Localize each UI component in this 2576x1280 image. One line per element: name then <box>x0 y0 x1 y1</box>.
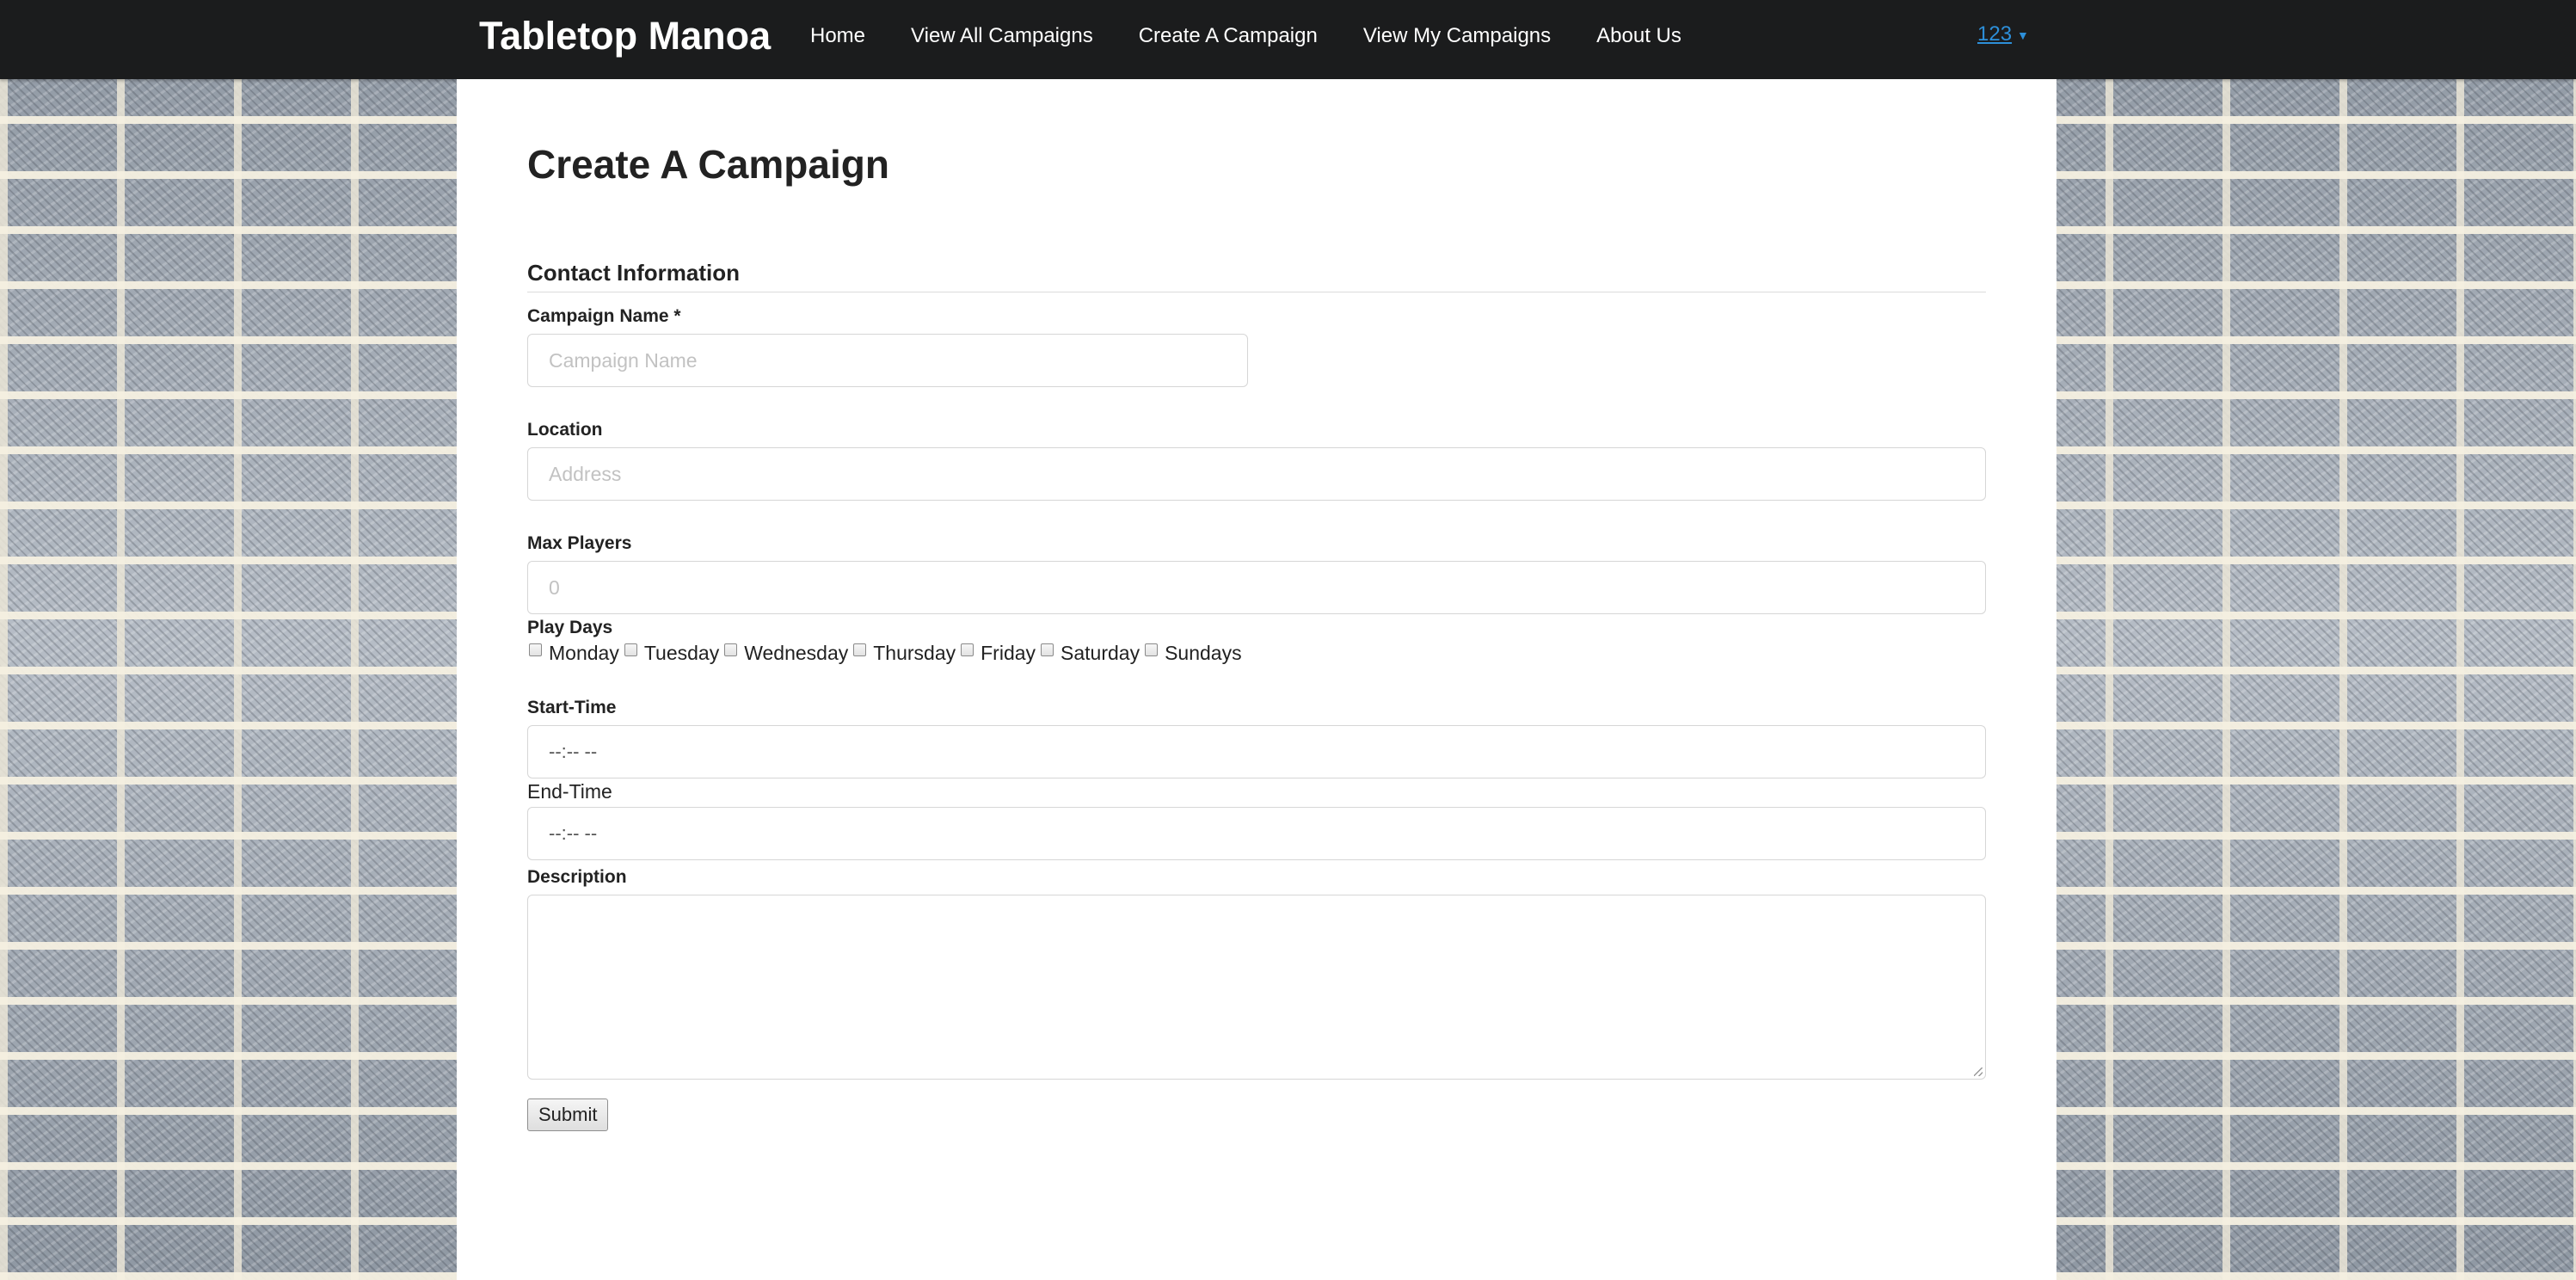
create-campaign-form: Contact Information Campaign Name * Loca… <box>527 260 1986 1131</box>
location-input[interactable] <box>527 447 1986 501</box>
checkbox-thursday[interactable] <box>853 643 867 656</box>
checkbox-friday[interactable] <box>961 643 974 656</box>
day-option-saturday: Saturday <box>1039 642 1143 665</box>
day-label-wednesday: Wednesday <box>744 642 849 664</box>
top-navbar: Tabletop Manoa Home View All Campaigns C… <box>0 0 2576 79</box>
day-label-monday: Monday <box>549 642 619 664</box>
description-label: Description <box>527 867 627 887</box>
day-option-monday: Monday <box>527 642 623 665</box>
main-content: Create A Campaign Contact Information Ca… <box>457 79 2056 1280</box>
nav-item-about-us[interactable]: About Us <box>1596 24 1681 48</box>
end-time-value: --:-- -- <box>549 822 598 844</box>
day-option-wednesday: Wednesday <box>722 642 851 665</box>
day-option-thursday: Thursday <box>851 642 959 665</box>
max-players-label: Max Players <box>527 533 632 553</box>
day-label-thursday: Thursday <box>873 642 956 664</box>
day-option-tuesday: Tuesday <box>623 642 722 665</box>
day-label-sundays: Sundays <box>1165 642 1242 664</box>
caret-down-icon: ▼ <box>2017 28 2029 42</box>
submit-button[interactable]: Submit <box>527 1098 609 1131</box>
campaign-name-input[interactable] <box>527 334 1248 387</box>
play-days-label: Play Days <box>527 618 613 637</box>
start-time-input[interactable]: --:-- -- <box>527 725 1986 778</box>
day-option-sundays: Sundays <box>1143 642 1245 665</box>
brand-logo-text[interactable]: Tabletop Manoa <box>479 12 771 60</box>
checkbox-tuesday[interactable] <box>624 643 637 656</box>
location-label: Location <box>527 420 603 440</box>
end-time-input[interactable]: --:-- -- <box>527 807 1986 860</box>
checkbox-sundays[interactable] <box>1145 643 1159 656</box>
nav-item-create-campaign[interactable]: Create A Campaign <box>1139 24 1318 48</box>
user-dropdown-label: 123 <box>1977 22 2013 46</box>
section-header-contact-information: Contact Information <box>527 260 1986 292</box>
day-label-saturday: Saturday <box>1061 642 1140 664</box>
day-label-friday: Friday <box>981 642 1036 664</box>
user-dropdown[interactable]: 123 ▼ <box>1977 22 2029 46</box>
resize-grip-icon[interactable] <box>1974 1068 1983 1076</box>
play-days-group: Monday Tuesday Wednesday Thursday Friday… <box>527 642 1986 665</box>
campaign-name-label: Campaign Name * <box>527 306 681 326</box>
day-label-tuesday: Tuesday <box>643 642 720 664</box>
start-time-label: Start-Time <box>527 698 617 717</box>
nav-item-home[interactable]: Home <box>810 24 865 48</box>
checkbox-saturday[interactable] <box>1041 643 1054 656</box>
checkbox-wednesday[interactable] <box>724 643 738 656</box>
nav-item-view-my-campaigns[interactable]: View My Campaigns <box>1363 24 1551 48</box>
nav-menu: Home View All Campaigns Create A Campaig… <box>810 0 1727 72</box>
description-textarea[interactable] <box>527 895 1986 1080</box>
checkbox-monday[interactable] <box>529 643 542 656</box>
start-time-value: --:-- -- <box>549 741 598 762</box>
day-option-friday: Friday <box>959 642 1039 665</box>
end-time-label: End-Time <box>527 780 612 803</box>
max-players-input[interactable] <box>527 561 1986 614</box>
page-title: Create A Campaign <box>527 142 889 187</box>
nav-item-view-all-campaigns[interactable]: View All Campaigns <box>911 24 1093 48</box>
